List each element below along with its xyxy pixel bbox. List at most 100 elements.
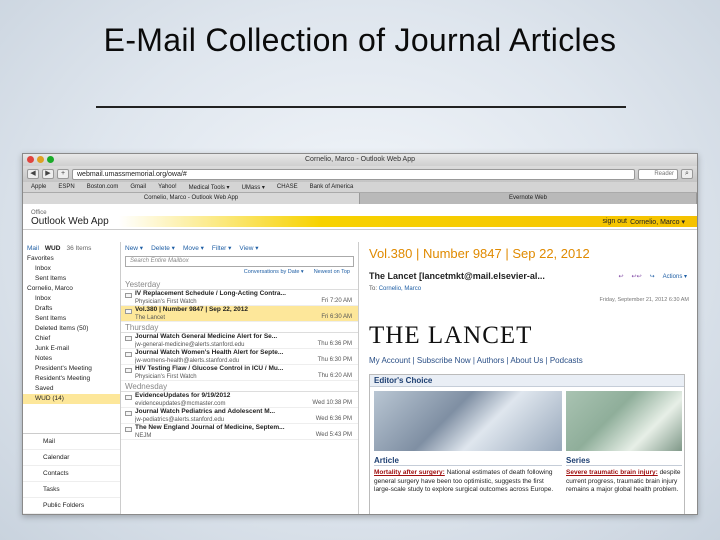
lancet-masthead: THE LANCET: [369, 322, 533, 349]
series-link[interactable]: Severe traumatic brain injury:: [566, 469, 658, 476]
address-bar[interactable]: webmail.umassmemorial.org/owa/#: [72, 168, 635, 180]
module-tasks[interactable]: Tasks: [23, 482, 120, 498]
favorite-folder[interactable]: Inbox: [23, 264, 120, 274]
mailbox-folder[interactable]: Resident's Meeting: [23, 374, 120, 384]
window-title: Cornelio, Marco - Outlook Web App: [305, 156, 415, 163]
bookmark-item[interactable]: Yahoo!: [158, 184, 177, 190]
list-tool-button[interactable]: Delete ▾: [151, 244, 175, 252]
title-underline: [96, 106, 626, 108]
article-link[interactable]: Mortality after surgery:: [374, 469, 445, 476]
message-from: jw-general-medicine@alerts.stanford.edu: [135, 342, 245, 348]
article-summary: Mortality after surgery: National estima…: [374, 469, 554, 493]
envelope-icon: [125, 411, 132, 416]
bookmarks-bar: Apple ESPN Boston.com Gmail Yahoo! Medical To…: [23, 182, 697, 193]
message-row[interactable]: Journal Watch General Medicine Alert for…: [121, 333, 358, 349]
bookmark-item[interactable]: Gmail: [130, 184, 146, 190]
message-row[interactable]: HIV Testing Flaw / Glucose Control in IC…: [121, 365, 358, 381]
module-switcher: Mail Calendar Contacts Tasks Public Folders: [23, 433, 120, 514]
message-from: jw-womens-health@alerts.stanford.edu: [135, 358, 240, 364]
forward-icon[interactable]: ↪: [650, 273, 655, 280]
editors-choice-box: Editor's Choice Article Series Mortality…: [369, 374, 685, 514]
message-row[interactable]: EvidenceUpdates for 9/19/2012 evidenceupd…: [121, 392, 358, 408]
module-public-folders[interactable]: Public Folders: [23, 498, 120, 514]
bookmark-item[interactable]: Medical Tools ▾: [189, 184, 230, 191]
mailbox-folder[interactable]: WUD (14): [23, 394, 120, 404]
list-tool-button[interactable]: Filter ▾: [212, 244, 232, 252]
lancet-links[interactable]: My Account | Subscribe Now | Authors | A…: [369, 356, 583, 365]
share-button[interactable]: +: [57, 169, 69, 179]
bookmark-item[interactable]: ESPN: [58, 184, 74, 190]
list-tool-button[interactable]: Move ▾: [183, 244, 204, 252]
search-icon[interactable]: ⌕: [681, 169, 693, 179]
message-subject-line: HIV Testing Flaw / Glucose Control in IC…: [135, 365, 284, 372]
nav-mail-link[interactable]: Mail: [27, 245, 39, 252]
message-time: Fri 6:30 AM: [321, 314, 352, 320]
tab-evernote[interactable]: Evernote Web: [360, 193, 697, 204]
message-from: NEJM: [135, 433, 152, 439]
message-row[interactable]: IV Replacement Schedule / Long-Acting Co…: [121, 290, 358, 306]
message-from: The Lancet: [135, 315, 166, 321]
series-summary: Severe traumatic brain injury: despite c…: [566, 469, 681, 493]
back-button[interactable]: ◀: [27, 169, 39, 179]
envelope-icon: [125, 293, 132, 298]
mailbox-header[interactable]: Cornelio, Marco: [23, 284, 120, 294]
list-tool-button[interactable]: View ▾: [239, 244, 258, 252]
mailbox-folder[interactable]: Notes: [23, 354, 120, 364]
envelope-icon: [125, 368, 132, 373]
message-row[interactable]: The New England Journal of Medicine, Sep…: [121, 424, 358, 440]
date-group-header: Yesterday: [121, 279, 358, 290]
list-tool-button[interactable]: New ▾: [125, 244, 143, 252]
message-row[interactable]: Journal Watch Pediatrics and Adolescent …: [121, 408, 358, 424]
search-input[interactable]: Search Entire Mailbox: [125, 256, 354, 267]
sort-newest[interactable]: Newest on Top: [314, 269, 350, 279]
sort-conversations[interactable]: Conversations by Date ▾: [244, 269, 304, 279]
mailbox-folder[interactable]: Sent Items: [23, 314, 120, 324]
mailbox-folder[interactable]: Deleted Items (50): [23, 324, 120, 334]
message-date: Friday, September 21, 2012 6:30 AM: [599, 297, 689, 303]
favorite-folder[interactable]: Sent Items: [23, 274, 120, 284]
actions-menu[interactable]: Actions ▾: [663, 273, 687, 280]
message-subject: Vol.380 | Number 9847 | Sep 22, 2012: [369, 246, 590, 261]
bookmark-item[interactable]: Apple: [31, 184, 46, 190]
tab-bar: Cornelio, Marco - Outlook Web App Everno…: [23, 193, 697, 204]
browser-toolbar: ◀ ▶ + webmail.umassmemorial.org/owa/# Re…: [23, 166, 697, 182]
mailbox-folder[interactable]: Junk E-mail: [23, 344, 120, 354]
mailbox-folder[interactable]: President's Meeting: [23, 364, 120, 374]
window-titlebar: Cornelio, Marco - Outlook Web App: [23, 154, 697, 166]
message-subject-line: Journal Watch Women's Health Alert for S…: [135, 349, 284, 356]
bookmark-item[interactable]: UMass ▾: [242, 184, 265, 191]
module-contacts[interactable]: Contacts: [23, 466, 120, 482]
envelope-icon: [125, 427, 132, 432]
nav-item-count: 36 Items: [66, 244, 92, 252]
slide-title: E-Mail Collection of Journal Articles: [103, 22, 617, 58]
reply-icon[interactable]: ↩: [619, 273, 624, 280]
bookmark-item[interactable]: Bank of America: [310, 184, 354, 190]
mailbox-folder[interactable]: Chief: [23, 334, 120, 344]
message-subject-line: Journal Watch General Medicine Alert for…: [135, 333, 278, 340]
sign-out-link[interactable]: sign out: [602, 218, 627, 225]
module-calendar[interactable]: Calendar: [23, 450, 120, 466]
envelope-icon: [125, 395, 132, 400]
message-time: Fri 7:20 AM: [321, 298, 352, 304]
mailbox-folder[interactable]: Saved: [23, 384, 120, 394]
mailbox-folder[interactable]: Inbox: [23, 294, 120, 304]
user-menu[interactable]: Cornelio, Marco ▾: [630, 218, 685, 226]
module-mail[interactable]: Mail: [23, 434, 120, 450]
mailbox-folder[interactable]: Drafts: [23, 304, 120, 314]
envelope-icon: [125, 352, 132, 357]
message-row[interactable]: Journal Watch Women's Health Alert for S…: [121, 349, 358, 365]
reply-all-icon[interactable]: ↩↩: [632, 273, 642, 280]
forward-button[interactable]: ▶: [42, 169, 54, 179]
bookmark-item[interactable]: CHASE: [277, 184, 298, 190]
message-time: Thu 6:36 PM: [317, 341, 352, 347]
reader-button[interactable]: Reader: [638, 168, 678, 180]
message-sender[interactable]: The Lancet [lancetmkt@mail.elsevier-al..…: [369, 271, 545, 281]
owa-header: Office Outlook Web App sign out Cornelio,…: [23, 204, 697, 230]
message-subject-line: Journal Watch Pediatrics and Adolescent …: [135, 408, 276, 415]
favorites-header[interactable]: Favorites: [23, 254, 120, 264]
message-from: evidenceupdates@mcmaster.com: [135, 401, 226, 407]
message-row[interactable]: Vol.380 | Number 9847 | Sep 22, 2012 The …: [121, 306, 358, 322]
bookmark-item[interactable]: Boston.com: [87, 184, 119, 190]
tab-owa[interactable]: Cornelio, Marco - Outlook Web App: [23, 193, 360, 204]
reading-pane: Vol.380 | Number 9847 | Sep 22, 2012 The…: [359, 242, 697, 514]
